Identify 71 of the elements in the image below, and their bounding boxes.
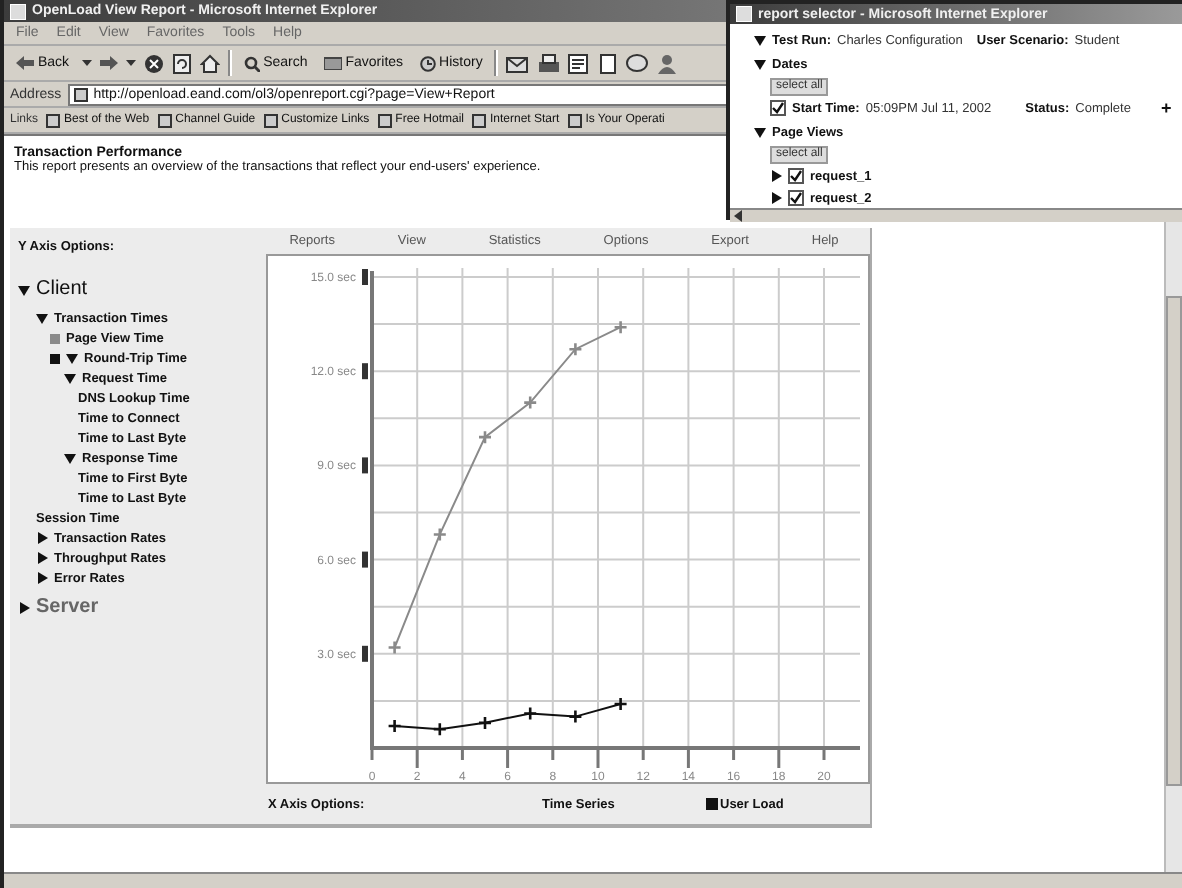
mail-icon[interactable] (506, 53, 531, 73)
x-tick-mark (822, 750, 826, 760)
caret-icon[interactable] (125, 60, 136, 66)
page-icon (472, 113, 486, 127)
legend-swatch-icon (706, 798, 718, 810)
expanded-triangle-icon[interactable] (18, 283, 30, 295)
edit-icon[interactable] (568, 53, 591, 73)
page-icon (157, 113, 172, 127)
x-tick-mark (506, 750, 510, 768)
scroll-thumb[interactable] (1166, 296, 1182, 786)
scroll-left-arrow-icon[interactable] (734, 210, 744, 222)
data-point (522, 395, 538, 410)
page-icon (377, 113, 392, 127)
data-point (522, 706, 538, 721)
document-icon[interactable] (598, 53, 619, 73)
collapsed-triangle-icon[interactable] (18, 601, 30, 613)
page-icon (263, 113, 278, 127)
y-tick-handle[interactable] (362, 645, 368, 662)
x-tick-mark (777, 750, 781, 768)
data-point (568, 341, 583, 357)
forward-arrow-icon[interactable] (99, 56, 118, 70)
expanded-triangle-icon[interactable] (64, 372, 76, 384)
data-point (387, 640, 402, 655)
ie-page-icon (10, 3, 26, 19)
expanded-triangle-icon[interactable] (66, 352, 78, 364)
clock-icon (419, 55, 436, 71)
collapsed-triangle-icon[interactable] (36, 532, 48, 544)
collapsed-triangle-icon[interactable] (770, 192, 782, 204)
checkbox[interactable] (788, 168, 804, 184)
x-tick-mark (596, 750, 600, 768)
data-point (477, 429, 493, 445)
y-tick-handle[interactable] (362, 551, 368, 568)
caret-icon[interactable] (81, 60, 92, 66)
data-point (613, 319, 628, 335)
x-tick-mark (686, 750, 690, 768)
expanded-triangle-icon[interactable] (754, 58, 766, 70)
data-point (432, 721, 448, 737)
collapsed-triangle-icon[interactable] (770, 170, 782, 182)
x-tick-mark (732, 750, 736, 760)
expanded-triangle-icon[interactable] (754, 126, 766, 138)
y-tick-handle[interactable] (362, 363, 368, 380)
data-point (568, 709, 583, 724)
y-tick-handle[interactable] (362, 457, 368, 474)
data-point (387, 718, 402, 734)
collapsed-triangle-icon[interactable] (36, 552, 48, 564)
data-point (432, 527, 448, 542)
collapsed-triangle-icon[interactable] (36, 572, 48, 584)
expanded-triangle-icon[interactable] (64, 452, 76, 464)
y-tick-handle[interactable] (362, 269, 368, 285)
home-icon[interactable] (199, 53, 220, 73)
page-icon (567, 113, 582, 127)
expanded-triangle-icon[interactable] (36, 312, 48, 324)
refresh-icon[interactable] (171, 53, 192, 73)
x-tick-mark (551, 750, 555, 760)
ie-page-icon (736, 6, 752, 22)
x-tick-mark (415, 750, 419, 768)
checkbox[interactable] (788, 190, 804, 206)
stop-icon[interactable] (143, 53, 164, 73)
tree-item[interactable]: Client (36, 278, 88, 300)
scrollbar[interactable] (730, 208, 1182, 222)
back-arrow-icon (16, 56, 34, 70)
checkbox[interactable] (770, 100, 786, 116)
x-tick-mark (641, 750, 645, 760)
expanded-triangle-icon[interactable] (754, 34, 766, 46)
tree-item[interactable]: Server (36, 596, 99, 618)
x-tick-mark (370, 750, 374, 760)
printer-icon[interactable] (538, 53, 561, 73)
data-point (477, 715, 493, 731)
x-tick-mark (460, 750, 464, 760)
magnifier-icon (243, 55, 260, 71)
data-point (613, 696, 628, 712)
